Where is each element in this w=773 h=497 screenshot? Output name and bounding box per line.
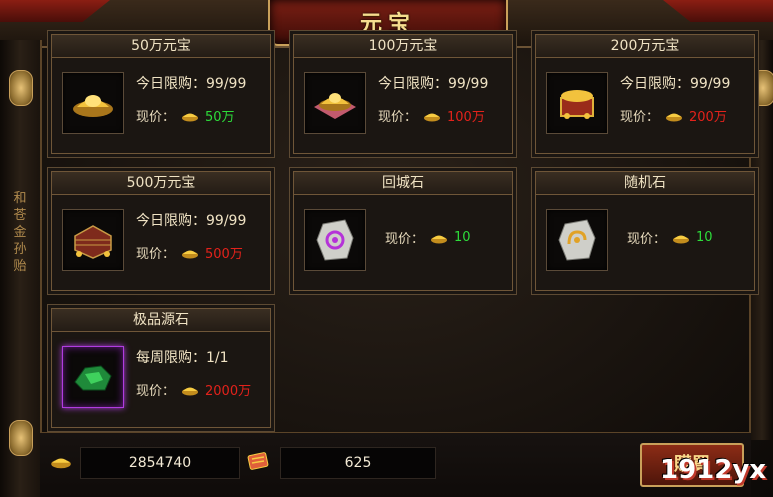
price-label: 现价： [136, 110, 176, 125]
item-name: 随机石 [536, 172, 754, 195]
item-icon-slot[interactable] [546, 209, 608, 271]
item-name: 50万元宝 [52, 35, 270, 58]
treasure-chest-icon [560, 90, 594, 119]
item-price: 10 [696, 230, 713, 245]
item-price: 100万 [447, 110, 485, 125]
item-price: 50万 [205, 110, 235, 125]
item-price: 10 [454, 230, 471, 245]
item-price: 500万 [205, 247, 243, 262]
yuanbao-icon [182, 387, 199, 395]
item-icon-slot[interactable] [304, 72, 366, 134]
watermark-logo: 1912yx [660, 455, 766, 485]
item-name: 100万元宝 [294, 35, 512, 58]
yuanbao-icon [673, 235, 690, 243]
yuanbao-icon [182, 113, 199, 121]
sidebar-vertical-text: 和 苍 金 孙 贻 [13, 191, 27, 274]
item-icon-slot[interactable] [546, 72, 608, 134]
yuanbao-icon [431, 235, 448, 243]
shop-item-card[interactable]: 50万元宝 今日限购：99/99 现价： 50万 [47, 30, 275, 158]
purchase-limit: 今日限购：99/99 [136, 76, 247, 92]
price-label: 现价： [378, 110, 418, 125]
return-stone-icon [316, 219, 354, 261]
watermark-text: 1912yx [660, 455, 767, 485]
left-frame: 和 苍 金 孙 贻 [0, 40, 42, 497]
price-row: 现价： 100万 [378, 106, 485, 125]
gold-ingot-icon [73, 95, 113, 117]
price-label: 现价： [385, 232, 425, 247]
shop-item-card[interactable]: 回城石 现价： 10 [289, 167, 517, 295]
price-label: 现价： [627, 232, 667, 247]
price-row: 现价： 10 [627, 228, 713, 247]
jade-ore-icon [74, 365, 112, 391]
purchase-limit: 今日限购：99/99 [620, 76, 731, 92]
item-name: 200万元宝 [536, 35, 754, 58]
shop-item-card[interactable]: 随机石 现价： 10 [531, 167, 759, 295]
gold-amount: 2854740 [80, 447, 240, 479]
lantern-icon [9, 420, 33, 456]
shop-window: 元宝 和 苍 金 孙 贻 50万元宝 今日限购：99/99 现价： 50万 10… [0, 0, 773, 497]
gold-crate-icon [74, 225, 112, 259]
shop-item-card[interactable]: 极品源石 每周限购：1/1 现价： 2000万 [47, 304, 275, 432]
yuanbao-icon [666, 113, 683, 121]
shop-item-card[interactable]: 100万元宝 今日限购：99/99 现价： 100万 [289, 30, 517, 158]
purchase-limit: 今日限购：99/99 [378, 76, 489, 92]
item-icon-slot[interactable] [62, 209, 124, 271]
price-label: 现价： [136, 384, 176, 399]
ticket-icon [247, 452, 269, 470]
purchase-limit: 每周限购：1/1 [136, 350, 229, 366]
item-name: 500万元宝 [52, 172, 270, 195]
price-row: 现价： 10 [385, 228, 471, 247]
item-name: 极品源石 [52, 309, 270, 332]
price-label: 现价： [136, 247, 176, 262]
price-row: 现价： 500万 [136, 243, 243, 262]
price-row: 现价： 2000万 [136, 380, 251, 399]
gold-ingot-on-cloth-icon [314, 93, 356, 119]
currency-bar: 2854740 625 購買 [40, 432, 751, 497]
roof-decoration-right [663, 0, 773, 22]
item-icon-slot[interactable] [62, 346, 124, 408]
item-name: 回城石 [294, 172, 512, 195]
item-price: 2000万 [205, 384, 252, 399]
roof-decoration-left [0, 0, 110, 22]
item-icon-slot[interactable] [62, 72, 124, 134]
lantern-icon [9, 70, 33, 106]
item-icon-slot[interactable] [304, 209, 366, 271]
yuanbao-icon [51, 458, 71, 469]
ticket-amount: 625 [280, 447, 436, 479]
price-label: 现价： [620, 110, 660, 125]
price-row: 现价： 200万 [620, 106, 727, 125]
random-stone-icon [558, 219, 596, 261]
shop-item-card[interactable]: 500万元宝 今日限购：99/99 现价： 500万 [47, 167, 275, 295]
shop-item-card[interactable]: 200万元宝 今日限购：99/99 现价： 200万 [531, 30, 759, 158]
price-row: 现价： 50万 [136, 106, 235, 125]
yuanbao-icon [424, 113, 441, 121]
item-price: 200万 [689, 110, 727, 125]
yuanbao-icon [182, 250, 199, 258]
purchase-limit: 今日限购：99/99 [136, 213, 247, 229]
